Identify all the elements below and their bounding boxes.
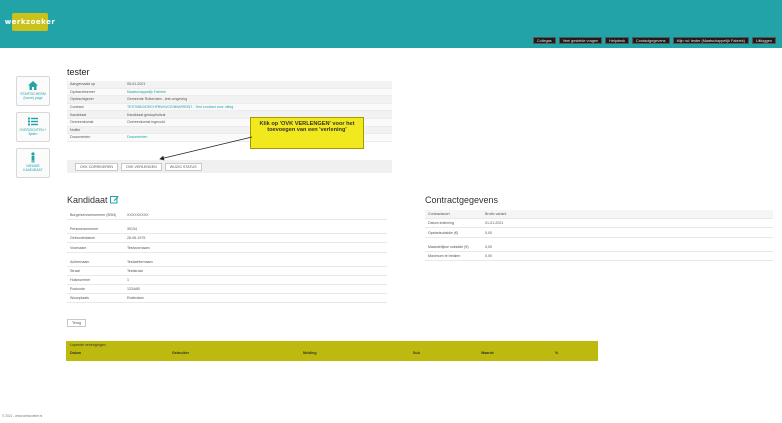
contract-value: 0,00 [485, 230, 492, 235]
kandidaat-row: Straat Teststraat [67, 267, 387, 276]
kandidaat-row: Geboortedatum 26-06-1975 [67, 234, 387, 243]
kandidaat-value: Rotterdam [127, 296, 144, 300]
column-header[interactable]: Melding [303, 351, 317, 355]
column-header[interactable]: Gebruiker [172, 351, 189, 355]
extensions-table-header: Datum Gebruiker Melding Sub Waarde % [66, 349, 598, 357]
contract-value: Brutto variant [485, 212, 507, 216]
contract-row: Opstartsubsidie (€) 0,00 [425, 228, 773, 238]
contract-key: Maximum te betalen [428, 254, 461, 258]
kandidaat-value: XXXXXXXXX [127, 212, 149, 217]
kandidaat-value: 26-06-1975 [127, 236, 146, 240]
footer-text: © 2021 - www.werkzoeker.nl [2, 414, 43, 418]
kandidaat-value: Testachternaam [127, 259, 153, 264]
contract-key: Opstartsubsidie (€) [428, 230, 459, 235]
column-header[interactable]: Waarde [481, 351, 494, 355]
kandidaat-row: Voornaam Testvoornaam [67, 243, 387, 253]
contract-key: Datum indiening [428, 221, 454, 225]
kandidaat-row: Persoonsnummer 30134 [67, 224, 387, 234]
kandidaat-row: Postcode 1234AB [67, 285, 387, 294]
kandidaat-key: Achternaam [70, 259, 90, 264]
kandidaat-key: Huisnummer [70, 278, 91, 282]
extensions-table-caption: Lopende verlengingen [70, 343, 106, 347]
kandidaat-row: Huisnummer 1 [67, 276, 387, 285]
kandidaat-title: Kandidaat [67, 195, 119, 205]
kandidaat-value: 30134 [127, 226, 137, 231]
edit-icon[interactable] [110, 195, 119, 204]
contract-row: Maximum te betalen 0,00 [425, 252, 773, 261]
kandidaat-key: Geboortedatum [70, 236, 95, 240]
kandidaat-title-text: Kandidaat [67, 195, 108, 205]
column-header[interactable]: Sub [413, 351, 420, 355]
contract-key: Contractsoort [428, 212, 450, 216]
kandidaat-row: Achternaam Testachternaam [67, 257, 387, 267]
column-header[interactable]: % [555, 351, 558, 355]
contract-row: Datum indiening 01-01-2021 [425, 219, 773, 228]
contract-value: 0,00 [485, 254, 492, 258]
kandidaat-key: Postcode [70, 287, 85, 291]
kandidaat-key: Persoonsnummer [70, 226, 99, 231]
kandidaat-value: Testvoornaam [127, 245, 150, 250]
extensions-table: Lopende verlengingen Datum Gebruiker Mel… [66, 341, 598, 361]
kandidaat-key: Burgerservicenummer (BSN) [70, 212, 117, 217]
kandidaat-row: Woonplaats Rotterdam [67, 294, 387, 303]
kandidaat-key: Voornaam [70, 245, 87, 250]
kandidaat-table: Burgerservicenummer (BSN) XXXXXXXXX Perso… [67, 210, 387, 303]
kandidaat-row: Burgerservicenummer (BSN) XXXXXXXXX [67, 210, 387, 220]
kandidaat-key: Straat [70, 269, 80, 273]
kandidaat-value: 1 [127, 278, 129, 282]
contract-value: 0,00 [485, 244, 492, 249]
kandidaat-value: Teststraat [127, 269, 143, 273]
column-header[interactable]: Datum [70, 351, 81, 355]
contract-table: Contractsoort Brutto variant Datum indien… [425, 210, 773, 261]
kandidaat-value: 1234AB [127, 287, 140, 291]
back-button[interactable]: Terug [67, 319, 86, 327]
contract-title: Contractgegevens [425, 195, 499, 205]
contract-key: Maandelijkse subsidie (€) [428, 244, 469, 249]
contract-row: Contractsoort Brutto variant [425, 210, 773, 219]
kandidaat-key: Woonplaats [70, 296, 89, 300]
contract-row: Maandelijkse subsidie (€) 0,00 [425, 242, 773, 252]
contract-value: 01-01-2021 [485, 221, 504, 225]
